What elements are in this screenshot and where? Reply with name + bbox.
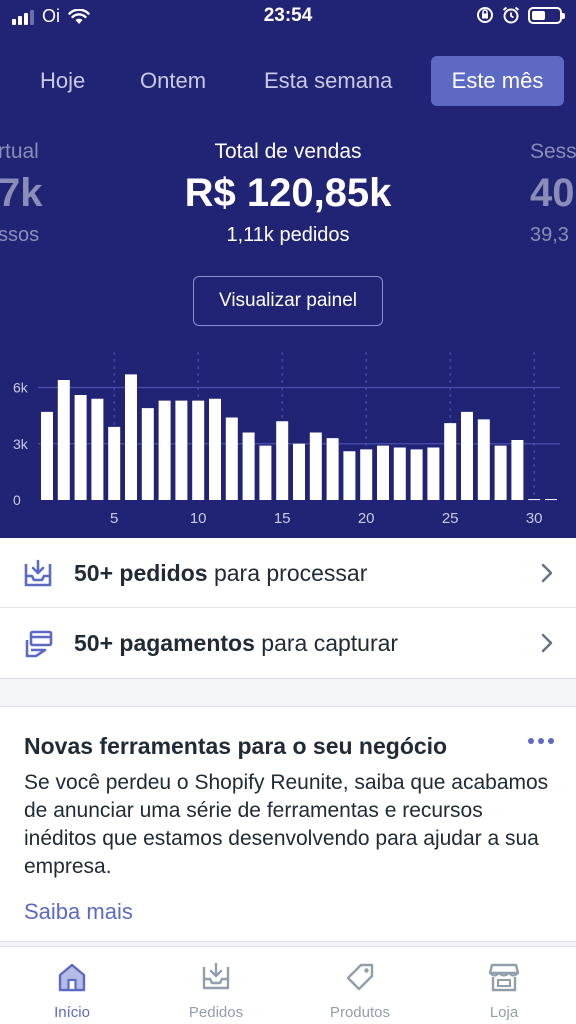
bar-day-16 — [293, 443, 305, 500]
sales-chart: 0 3k 6k 5 10 15 20 25 30 — [0, 350, 576, 530]
store-icon — [488, 963, 520, 992]
bar-day-31 — [545, 499, 557, 501]
metric-label: Total de vendas — [214, 140, 362, 163]
bar-day-28 — [494, 445, 507, 500]
x-tick-label: 10 — [190, 510, 207, 527]
metric-value: R$ 120,85k — [184, 171, 392, 215]
bar-day-12 — [225, 417, 238, 500]
card-title: Novas ferramentas para o seu negócio — [24, 733, 448, 759]
battery-icon — [528, 6, 565, 24]
bar-day-15 — [276, 421, 289, 500]
payments-to-capture-row[interactable]: 50+ pagamentos para capturar — [0, 608, 576, 678]
bar-day-20 — [360, 449, 373, 500]
home-icon — [58, 963, 86, 992]
bar-day-2 — [57, 380, 70, 500]
period-tabs: Hoje Ontem Esta semana Este mês — [0, 56, 576, 106]
learn-more-link[interactable]: Saiba mais — [24, 899, 133, 925]
bar-day-17 — [309, 432, 322, 500]
payments-icon — [25, 630, 53, 658]
alarm-icon — [502, 6, 520, 24]
nav-store[interactable]: Loja — [432, 947, 576, 1024]
y-tick-label: 6k — [13, 380, 29, 396]
payments-count: 50+ pagamentos — [74, 630, 255, 656]
news-card: Novas ferramentas para o seu negócio Se … — [0, 706, 576, 942]
view-dashboard-button[interactable]: Visualizar painel — [193, 276, 383, 326]
x-tick-label: 5 — [110, 510, 118, 527]
bar-day-24 — [427, 447, 440, 500]
card-body: Se você perdeu o Shopify Reunite, saiba … — [24, 771, 549, 878]
inbox-download-icon — [24, 559, 52, 587]
nav-orders[interactable]: Pedidos — [144, 947, 288, 1024]
metric-left-partial[interactable]: rtual 7k ssos — [0, 140, 43, 247]
orders-to-process-row[interactable]: 50+ pedidos para processar — [0, 538, 576, 608]
bottom-navigation: Início Pedidos Produtos Loja — [0, 946, 576, 1024]
bar-day-18 — [326, 438, 339, 500]
nav-products[interactable]: Produtos — [288, 947, 432, 1024]
bar-day-30 — [528, 499, 541, 501]
bar-day-10 — [192, 400, 205, 500]
tab-this-month[interactable]: Este mês — [431, 56, 564, 106]
x-tick-label: 15 — [274, 510, 291, 527]
metric-total-sales[interactable]: Total de vendas R$ 120,85k 1,11k pedidos — [138, 140, 438, 247]
chevron-right-icon — [541, 563, 553, 583]
nav-home[interactable]: Início — [0, 947, 144, 1024]
y-tick-label: 0 — [13, 492, 21, 508]
x-tick-label: 30 — [526, 510, 543, 527]
bar-day-14 — [259, 445, 272, 500]
bar-day-5 — [108, 426, 121, 500]
tab-today[interactable]: Hoje — [22, 56, 103, 106]
bar-day-4 — [91, 398, 104, 500]
bar-day-22 — [393, 447, 406, 500]
sales-bar-chart: 0 3k 6k 5 10 15 20 25 30 — [13, 352, 560, 527]
bar-day-25 — [444, 423, 457, 500]
status-bar: Oi 23:54 — [0, 0, 576, 34]
chevron-right-icon — [541, 633, 553, 653]
bar-day-21 — [377, 445, 389, 500]
bar-day-23 — [410, 449, 423, 500]
tag-icon — [346, 963, 374, 991]
bar-day-19 — [343, 451, 356, 500]
payments-text: para capturar — [254, 630, 399, 656]
action-list: 50+ pedidos para processar 50+ pagamento… — [0, 538, 576, 679]
bar-day-7 — [141, 408, 154, 500]
dashboard-header: Oi 23:54 Hoje Ontem Esta semana Este mês… — [0, 0, 576, 538]
y-tick-label: 3k — [13, 436, 29, 452]
bar-day-13 — [242, 432, 255, 500]
more-options-button[interactable] — [526, 733, 556, 749]
bar-day-1 — [41, 411, 53, 500]
tab-yesterday[interactable]: Ontem — [122, 56, 224, 106]
bar-day-29 — [511, 440, 524, 500]
orders-icon — [202, 962, 230, 990]
orders-text: para processar — [207, 560, 368, 586]
x-tick-label: 20 — [358, 510, 375, 527]
x-tick-label: 25 — [442, 510, 459, 527]
metric-right-partial[interactable]: Sess 40 39,3 — [530, 140, 576, 247]
tab-this-week[interactable]: Esta semana — [246, 56, 410, 106]
bar-day-11 — [209, 398, 221, 500]
bar-day-27 — [477, 419, 490, 500]
bar-day-3 — [74, 395, 87, 500]
bar-day-26 — [461, 411, 473, 500]
bar-day-8 — [158, 400, 171, 500]
metric-sub: 1,11k pedidos — [226, 224, 350, 246]
bar-day-9 — [175, 400, 188, 500]
orders-count: 50+ pedidos — [74, 560, 208, 586]
rotation-lock-icon — [477, 7, 493, 23]
bar-day-6 — [125, 374, 137, 500]
